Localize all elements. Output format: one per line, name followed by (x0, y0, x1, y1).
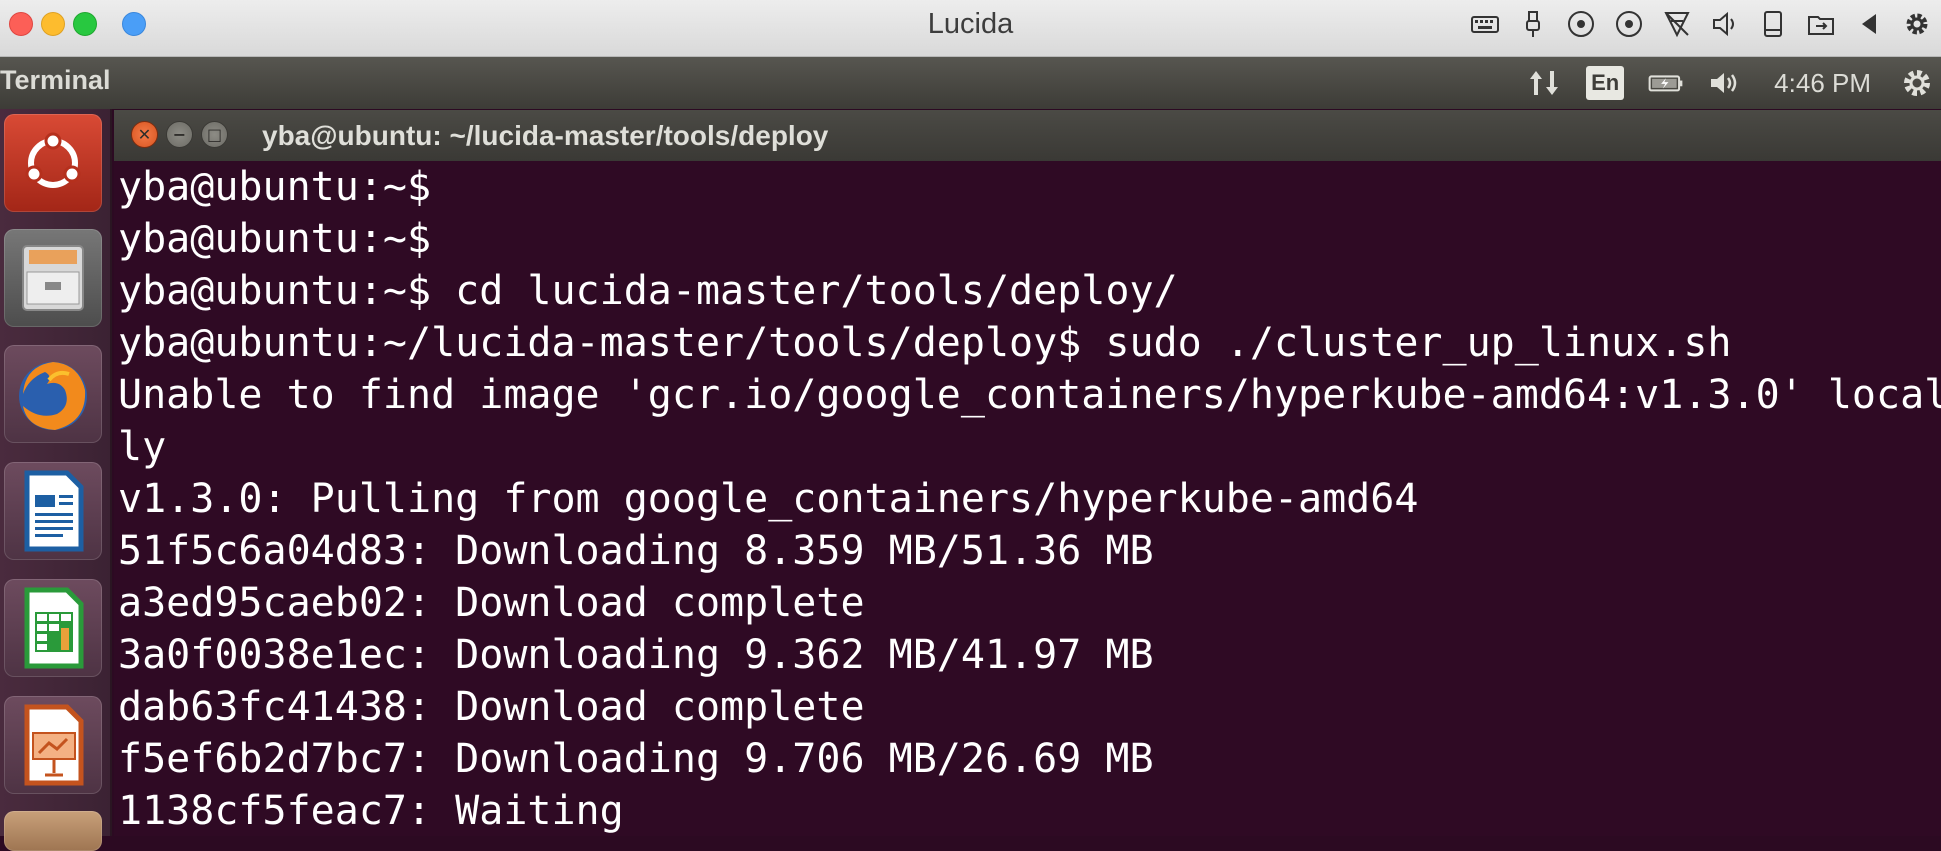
host-window-titlebar: Lucida (0, 0, 1941, 57)
launcher-libreoffice-writer[interactable] (4, 462, 102, 560)
unity-launcher (0, 109, 112, 851)
settings-gear-icon[interactable] (1900, 7, 1934, 41)
volume-icon[interactable] (1708, 67, 1744, 99)
writer-document-icon (24, 470, 84, 552)
terminal-line: a3ed95caeb02: Download complete (118, 580, 865, 626)
language-indicator[interactable]: En (1586, 66, 1625, 100)
terminal-line: yba@ubuntu:~$ cd lucida-master/tools/dep… (118, 268, 1178, 314)
terminal-close-button[interactable]: ✕ (131, 121, 158, 148)
battery-icon[interactable] (1648, 67, 1684, 99)
terminal-line: 3a0f0038e1ec: Downloading 9.362 MB/41.97… (118, 632, 1154, 678)
launcher-libreoffice-calc[interactable] (4, 579, 102, 677)
clock[interactable]: 4:46 PM (1774, 68, 1871, 99)
maximize-icon: □ (206, 125, 223, 144)
minimize-icon: − (172, 125, 187, 144)
terminal-line: yba@ubuntu:~/lucida-master/tools/deploy$… (118, 320, 1732, 366)
terminal-line: 1138cf5feac7: Waiting (118, 788, 624, 834)
terminal-titlebar[interactable]: ✕ − □ yba@ubuntu: ~/lucida-master/tools/… (114, 110, 1941, 161)
back-arrow-icon[interactable] (1852, 7, 1886, 41)
calc-spreadsheet-icon (24, 587, 84, 669)
terminal-line: v1.3.0: Pulling from google_containers/h… (118, 476, 1419, 522)
terminal-line: yba@ubuntu:~$ (118, 164, 432, 210)
launcher-libreoffice-impress[interactable] (4, 696, 102, 794)
terminal-minimize-button[interactable]: − (166, 121, 193, 148)
launcher-next-app[interactable] (4, 811, 102, 851)
terminal-title: yba@ubuntu: ~/lucida-master/tools/deploy (262, 120, 829, 151)
terminal-line: ly (118, 424, 167, 470)
terminal-line: dab63fc41438: Download complete (118, 684, 865, 730)
usb-icon[interactable] (1516, 7, 1550, 41)
indicator-area: En 4:46 PM (1514, 57, 1941, 109)
ubuntu-top-panel: Terminal En 4:46 PM (0, 57, 1941, 109)
active-app-name: Terminal (0, 65, 111, 95)
terminal-line: f5ef6b2d7bc7: Downloading 9.706 MB/26.69… (118, 736, 1154, 782)
terminal-output[interactable]: yba@ubuntu:~$ yba@ubuntu:~$ yba@ubuntu:~… (114, 161, 1941, 836)
storage-icon[interactable] (1756, 7, 1790, 41)
terminal-line: Unable to find image 'gcr.io/google_cont… (118, 372, 1941, 418)
launcher-ubuntu-dash[interactable] (4, 114, 102, 212)
launcher-files[interactable] (4, 229, 102, 327)
audio-icon[interactable] (1708, 7, 1742, 41)
network-icon[interactable] (1660, 7, 1694, 41)
ubuntu-logo-icon (25, 132, 81, 188)
shared-folder-icon[interactable] (1804, 7, 1838, 41)
launcher-firefox[interactable] (4, 345, 102, 443)
terminal-maximize-button[interactable]: □ (201, 121, 228, 148)
system-gear-icon[interactable] (1899, 67, 1935, 99)
host-device-icons (1461, 7, 1941, 41)
terminal-line: yba@ubuntu:~$ (118, 216, 432, 262)
keyboard-icon[interactable] (1468, 7, 1502, 41)
file-cabinet-icon (22, 245, 84, 311)
terminal-line: 51f5c6a04d83: Downloading 8.359 MB/51.36… (118, 528, 1154, 574)
close-icon: ✕ (137, 125, 152, 144)
impress-presentation-icon (24, 704, 84, 786)
cd-icon[interactable] (1612, 7, 1646, 41)
cd-icon[interactable] (1564, 7, 1598, 41)
firefox-icon (19, 362, 87, 430)
network-transfer-icon[interactable] (1526, 67, 1562, 99)
